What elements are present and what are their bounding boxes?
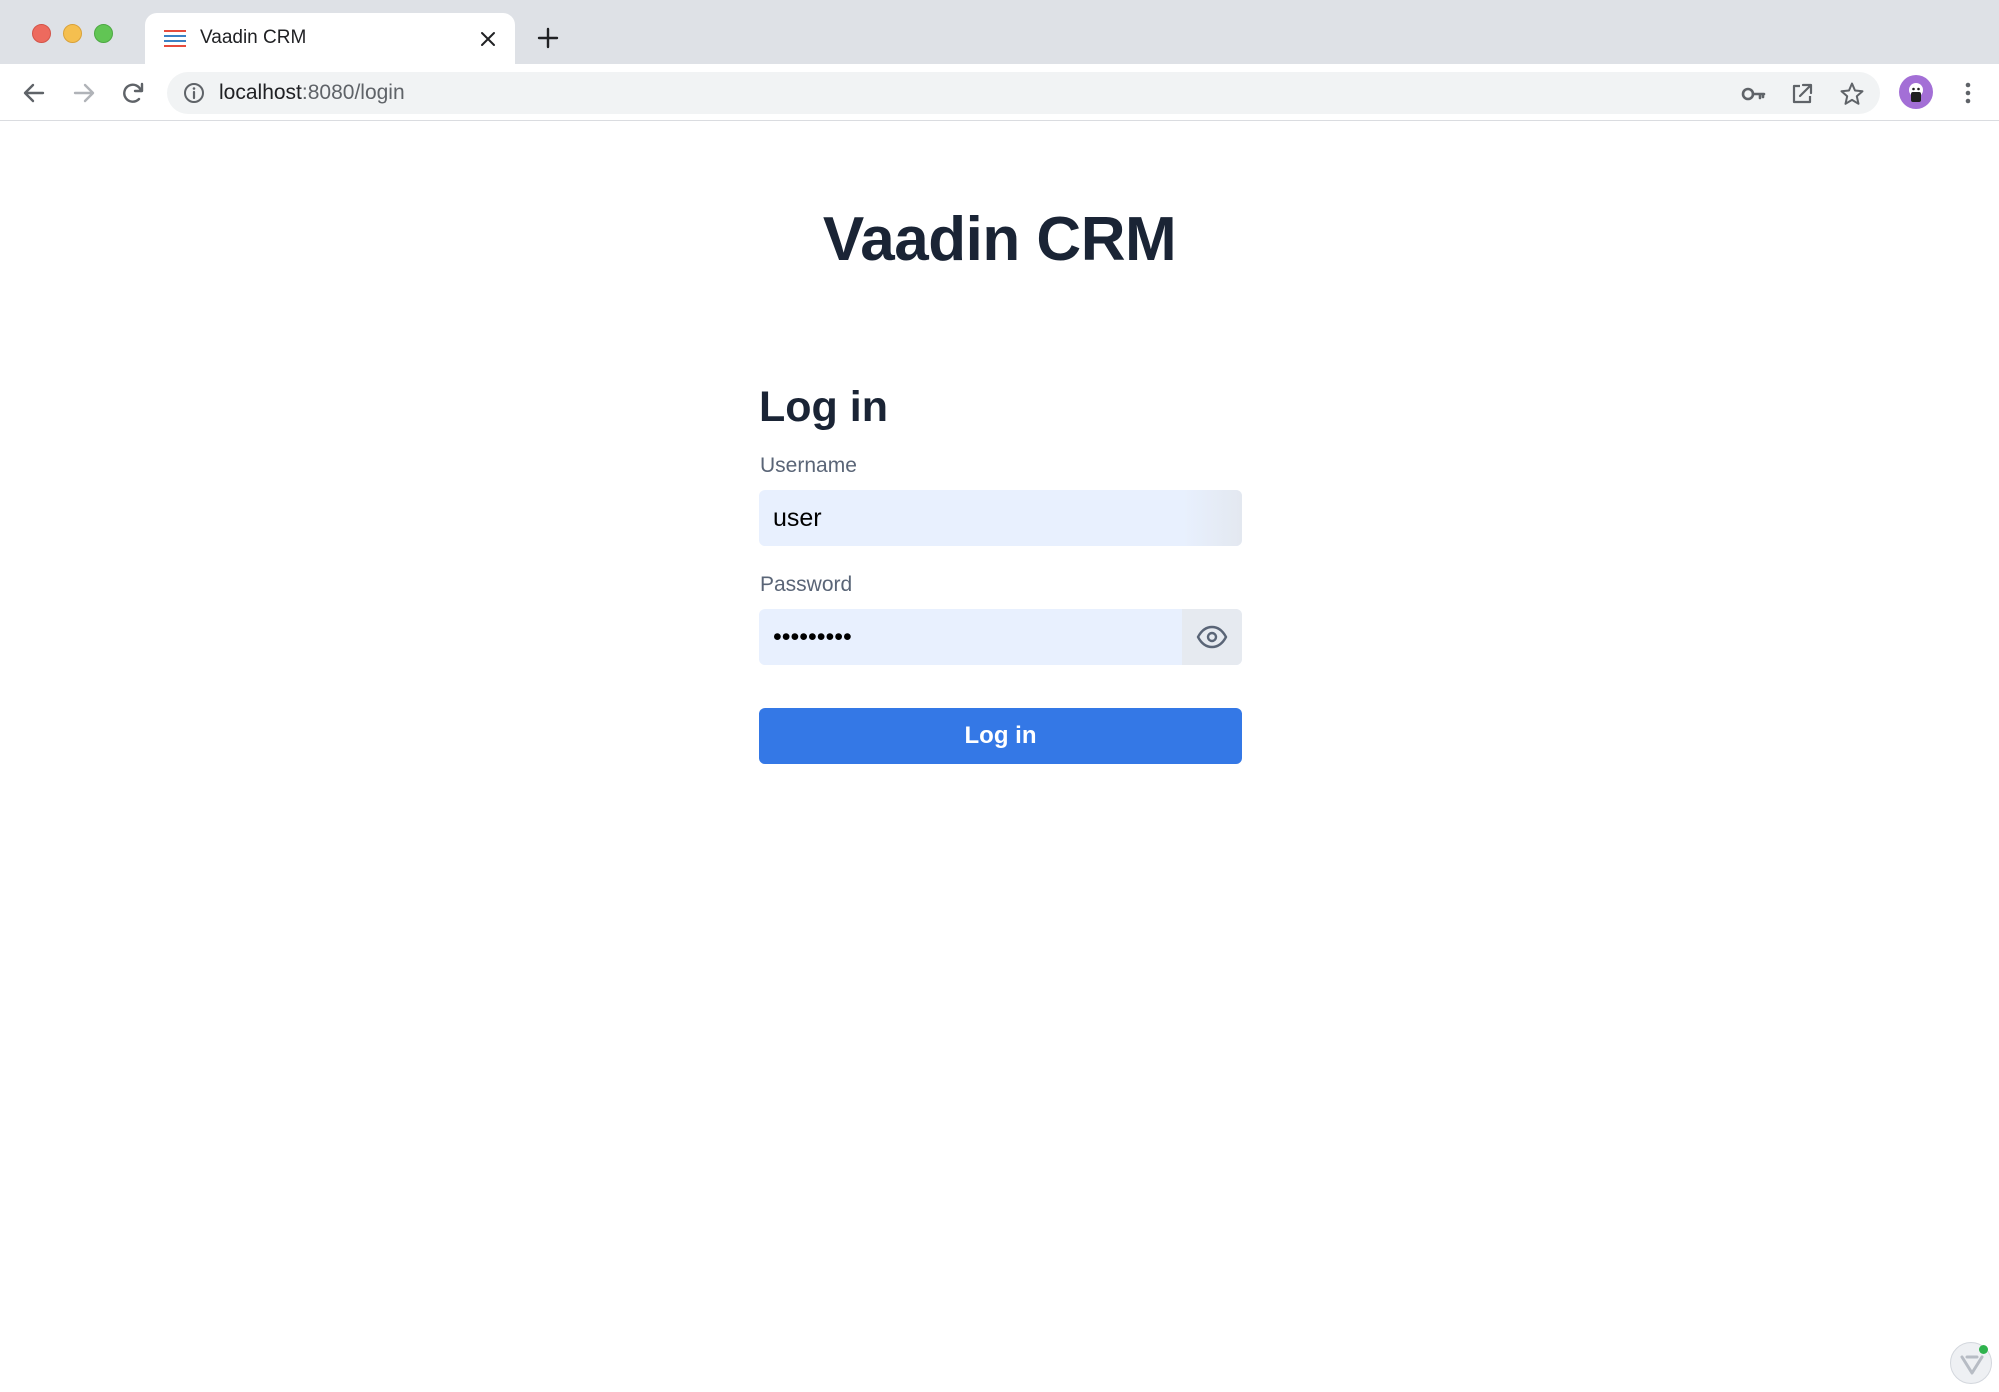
password-field-wrapper	[759, 609, 1242, 665]
key-icon[interactable]	[1740, 81, 1766, 107]
login-form: Log in Username Password Log in	[759, 378, 1242, 764]
open-external-icon[interactable]	[1789, 81, 1815, 107]
url-text[interactable]: localhost:8080/login	[219, 81, 405, 105]
username-field-wrapper	[759, 490, 1242, 546]
window-minimize-button[interactable]	[63, 24, 82, 43]
forward-arrow-icon[interactable]	[70, 79, 98, 107]
profile-avatar-icon	[1909, 83, 1923, 102]
address-bar[interactable]: localhost:8080/login	[167, 72, 1880, 114]
browser-toolbar: localhost:8080/login	[0, 64, 1999, 121]
login-submit-button[interactable]: Log in	[759, 708, 1242, 764]
profile-avatar[interactable]	[1899, 75, 1933, 109]
browser-tab-active[interactable]: Vaadin CRM	[145, 13, 515, 64]
tab-title: Vaadin CRM	[200, 27, 307, 48]
tab-close-icon[interactable]	[478, 29, 498, 49]
dev-status-dot	[1979, 1345, 1988, 1354]
app-favicon-icon	[164, 30, 186, 47]
reveal-password-button[interactable]	[1182, 609, 1242, 665]
url-host: localhost	[219, 81, 302, 104]
more-vert-icon[interactable]	[1954, 79, 1982, 107]
star-icon[interactable]	[1839, 81, 1865, 107]
new-tab-plus-icon[interactable]	[536, 26, 560, 50]
vaadin-dev-tools-button[interactable]	[1950, 1342, 1992, 1384]
password-input[interactable]	[759, 609, 1242, 665]
password-label: Password	[760, 573, 853, 596]
browser-tabstrip: Vaadin CRM	[0, 0, 1999, 64]
window-zoom-button[interactable]	[94, 24, 113, 43]
app-title: Vaadin CRM	[822, 205, 1177, 274]
back-arrow-icon[interactable]	[20, 79, 48, 107]
username-label: Username	[760, 454, 857, 477]
username-input[interactable]	[759, 490, 1242, 546]
url-path: :8080/login	[301, 81, 405, 104]
window-close-button[interactable]	[32, 24, 51, 43]
reload-icon[interactable]	[119, 79, 147, 107]
eye-icon	[1196, 625, 1228, 649]
login-form-title: Log in	[759, 383, 888, 431]
info-icon[interactable]	[183, 82, 205, 104]
